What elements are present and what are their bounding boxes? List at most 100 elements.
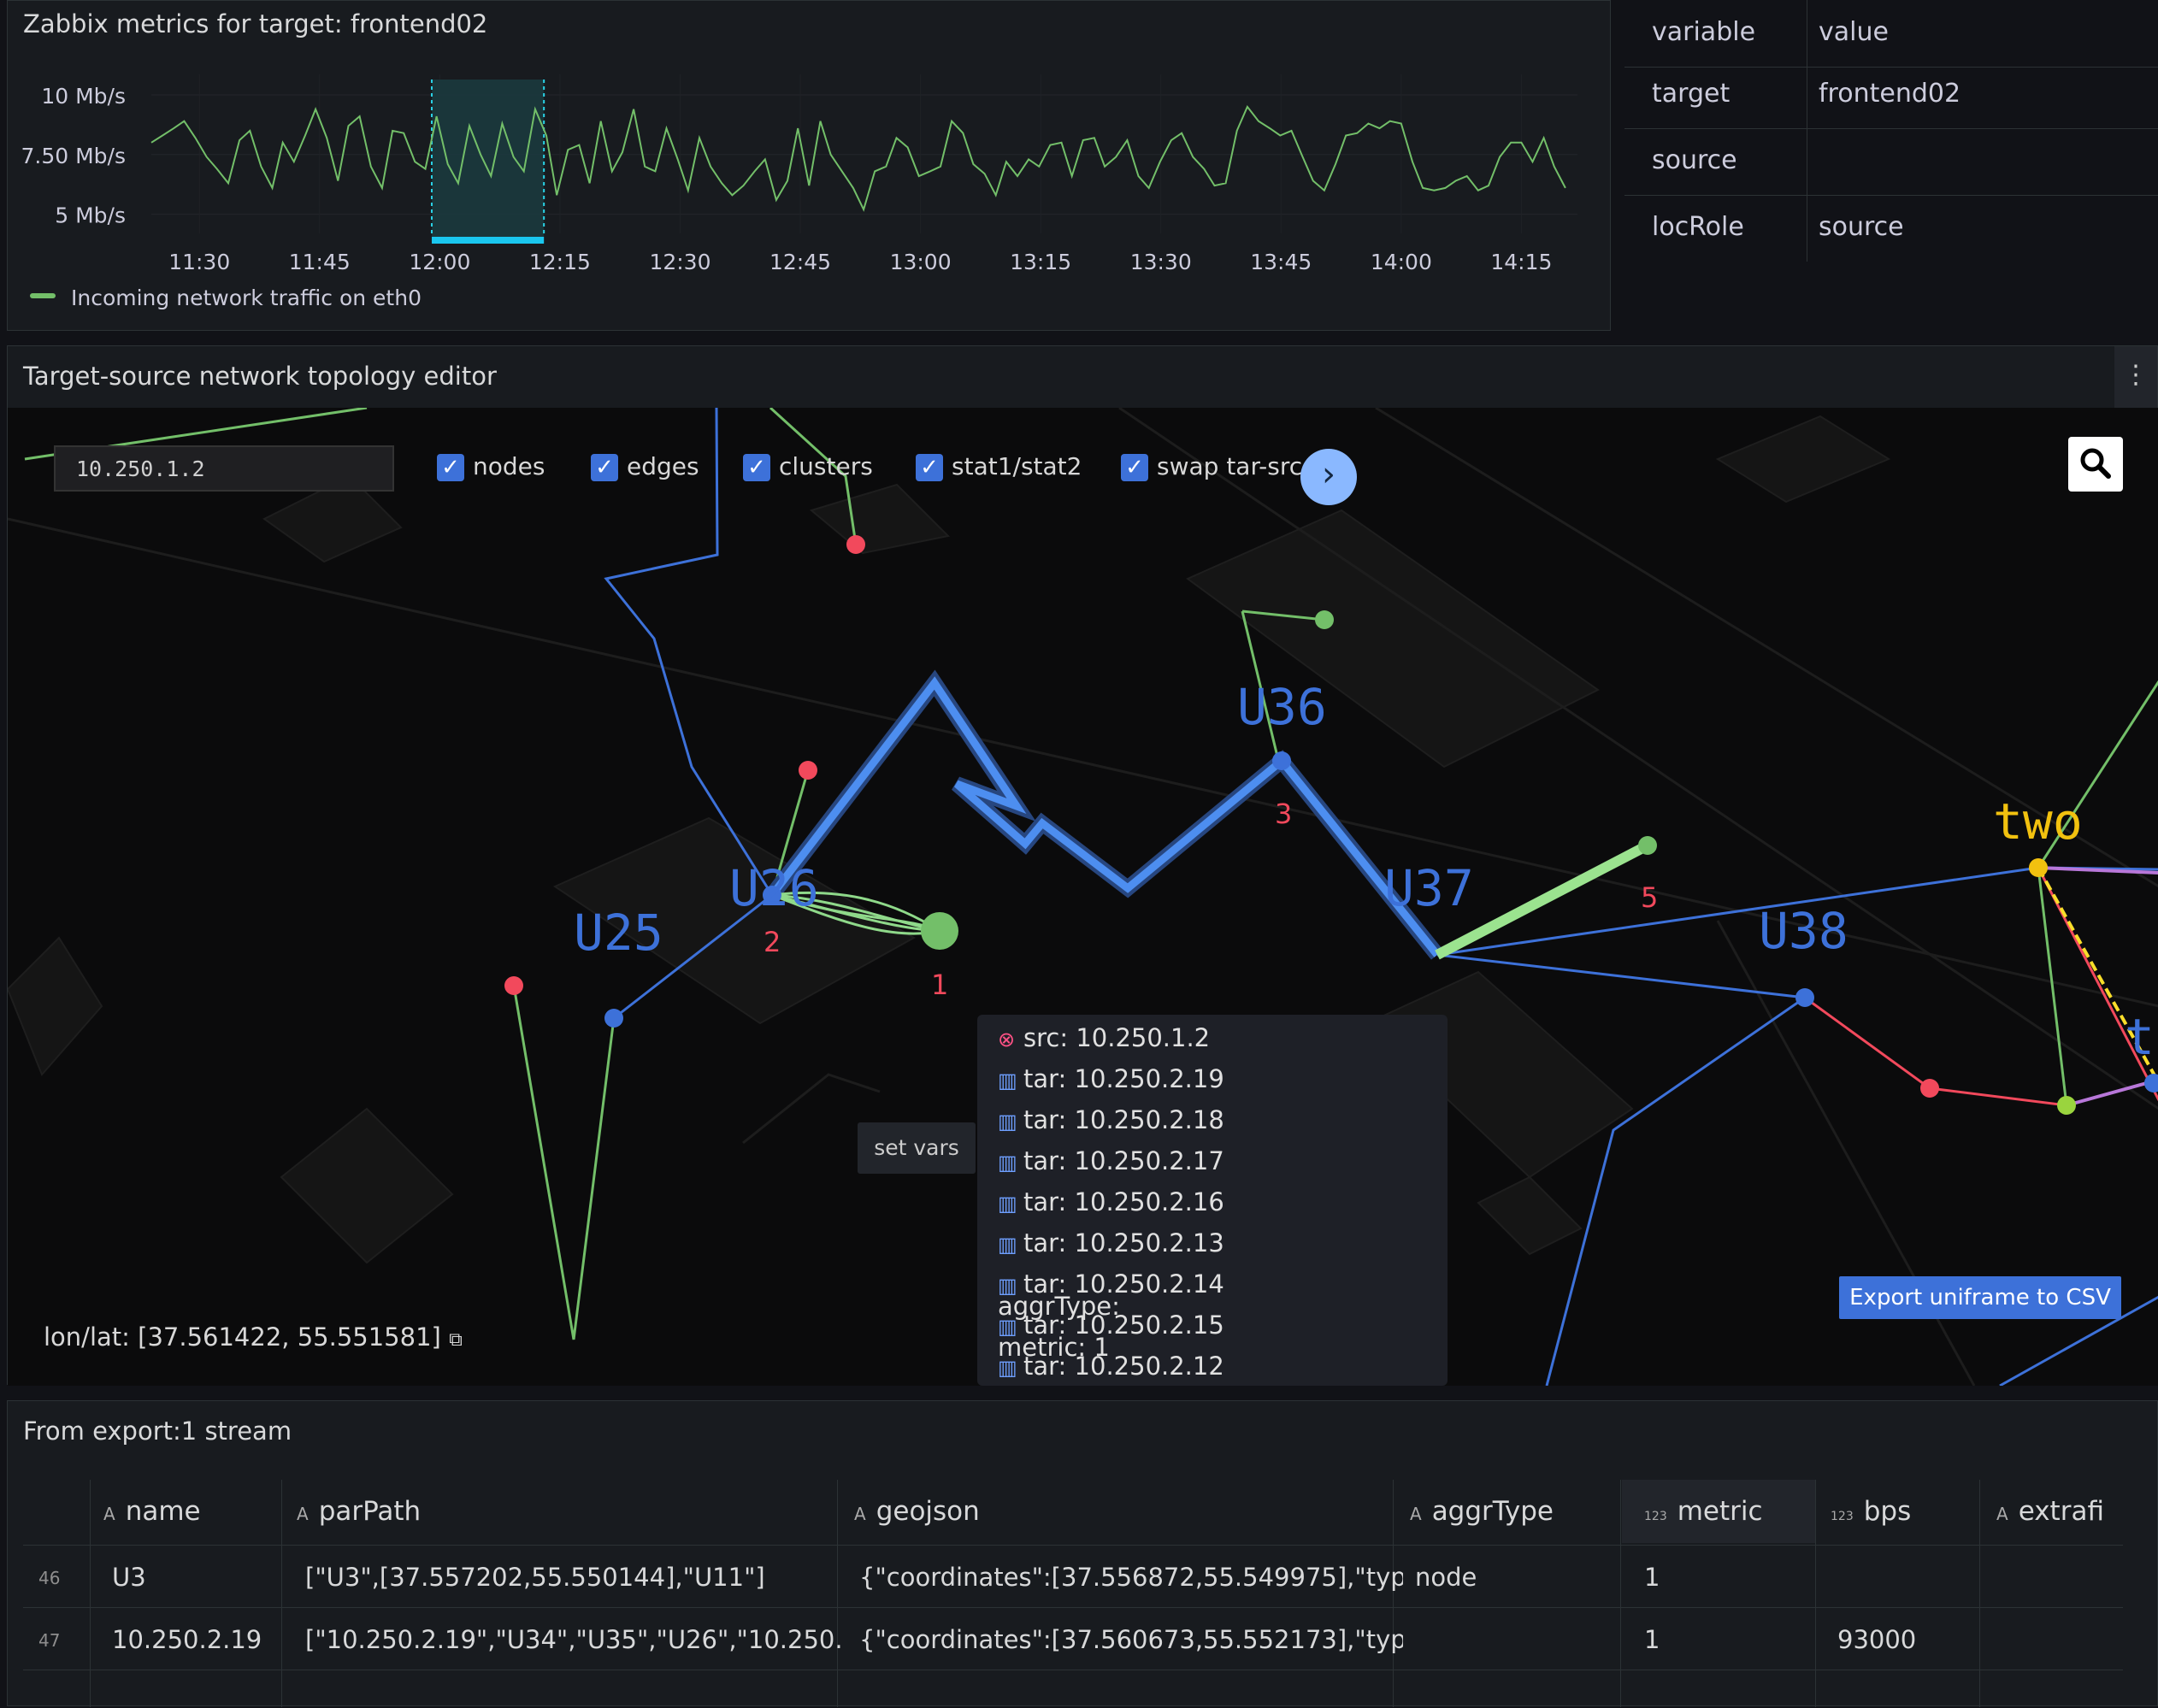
copy-icon[interactable]: ⧉ (449, 1329, 463, 1351)
traffic-chart[interactable]: 10 Mb/s 7.50 Mb/s 5 Mb/s 11:30 11:45 12:00 12:… (8, 1, 1612, 332)
column-header-aggrtype[interactable]: AaggrType (1410, 1480, 1554, 1543)
export-csv-button[interactable]: Export uniframe to CSV (1839, 1276, 2121, 1319)
column-header-geojson[interactable]: Ageojson (854, 1480, 980, 1543)
y-tick-label: 7.50 Mb/s (21, 144, 127, 168)
search-icon[interactable] (2068, 437, 2123, 492)
label-t: t (2125, 1008, 2155, 1066)
x-tick-label: 14:00 (1371, 250, 1432, 274)
lonlat-readout: lon/lat: [37.561422, 55.551581] ⧉ (44, 1322, 463, 1352)
column-header-parpath[interactable]: AparPath (297, 1480, 421, 1543)
edge-label-2: 2 (764, 926, 781, 958)
column-header-name[interactable]: Aname (103, 1480, 201, 1543)
x-tick-label: 13:00 (890, 250, 952, 274)
variable-row-target: target frontend02 (1624, 62, 2158, 129)
bar-chart-icon: ▥ (998, 1110, 1017, 1134)
node-red[interactable] (504, 976, 523, 995)
bar-chart-icon: ▥ (998, 1192, 1017, 1216)
legend-swatch (30, 293, 56, 298)
column-header-metric[interactable]: 123 metric (1622, 1480, 1815, 1543)
cell-name: U3 (112, 1563, 146, 1592)
tooltip-aggrtype: aggrType: (998, 1292, 1120, 1321)
node-red[interactable] (846, 535, 865, 554)
lonlat-value: [37.561422, 55.551581] (138, 1322, 441, 1352)
table-row[interactable]: 46 U3 ["U3",[37.557202,55.550144],"U11"]… (23, 1545, 2123, 1607)
label-u25: U25 (574, 904, 663, 962)
column-label: name (125, 1496, 201, 1527)
set-vars-button[interactable]: set vars (858, 1122, 976, 1174)
checkbox-edges[interactable]: ✓ edges (591, 452, 699, 481)
column-label: aggrType (1431, 1496, 1554, 1527)
variable-icon: ⊗ (998, 1028, 1016, 1051)
node-u38[interactable] (1795, 988, 1814, 1007)
node-two[interactable] (2029, 858, 2048, 877)
table-row[interactable]: 47 10.250.2.19 ["10.250.2.19","U34","U35… (23, 1607, 2123, 1670)
label-u26: U26 (729, 859, 819, 917)
tooltip-target[interactable]: ▥ tar: 10.250.2.18 (998, 1105, 1224, 1134)
node-green[interactable] (2057, 1096, 2076, 1115)
x-tick-label: 13:45 (1250, 250, 1312, 274)
variable-value: source (1819, 212, 1904, 242)
variable-row-source: source (1624, 128, 2158, 196)
node-green[interactable] (1638, 836, 1657, 855)
ip-search-input[interactable] (54, 445, 394, 492)
variable-name: target (1652, 79, 1731, 109)
tooltip-metric: metric: 1 (998, 1333, 1110, 1362)
checkbox-nodes[interactable]: ✓ nodes (437, 452, 545, 481)
node-green[interactable] (1315, 610, 1334, 629)
chevron-right-icon[interactable]: › (1300, 449, 1357, 505)
tooltip-src-label: src: 10.250.1.2 (1023, 1023, 1211, 1052)
variables-table: variable value target frontend02 source … (1624, 0, 2158, 331)
node-red[interactable] (1920, 1079, 1939, 1098)
table-row[interactable] (23, 1670, 2123, 1708)
number-type-icon: 123 (1644, 1510, 1667, 1523)
checkbox-label: nodes (473, 452, 545, 480)
node-red[interactable] (799, 761, 817, 780)
node-u36[interactable] (1272, 751, 1291, 770)
tooltip-target-label: tar: 10.250.2.16 (1023, 1187, 1224, 1216)
checkbox-checked-icon[interactable]: ✓ (916, 454, 943, 481)
time-range-bar (431, 237, 545, 244)
checkbox-label: swap tar-src (1157, 452, 1303, 480)
cell-bps: 93000 (1837, 1625, 1917, 1654)
edge-label-1: 1 (931, 969, 948, 1001)
bar-chart-icon: ▥ (998, 1069, 1017, 1093)
bar-chart-icon: ▥ (998, 1151, 1017, 1175)
more-vertical-icon[interactable]: ⋮ (2114, 346, 2157, 408)
checkbox-swap-tar-src[interactable]: ✓ swap tar-src (1121, 452, 1302, 481)
checkbox-checked-icon[interactable]: ✓ (1121, 454, 1148, 481)
tooltip-target[interactable]: ▥ tar: 10.250.2.16 (998, 1187, 1224, 1216)
cell-parpath: ["10.250.2.19","U34","U35","U26","10.250… (305, 1625, 844, 1654)
checkbox-checked-icon[interactable]: ✓ (591, 454, 618, 481)
label-u38: U38 (1759, 902, 1848, 960)
checkbox-label: edges (627, 452, 699, 480)
node-cluster[interactable] (921, 912, 958, 950)
tooltip-src[interactable]: ⊗ src: 10.250.1.2 (998, 1023, 1210, 1052)
tooltip-target[interactable]: ▥ tar: 10.250.2.19 (998, 1064, 1224, 1093)
variable-value: frontend02 (1819, 79, 1961, 109)
x-tick-label: 11:45 (289, 250, 351, 274)
checkbox-clusters[interactable]: ✓ clusters (743, 452, 873, 481)
x-tick-label: 12:30 (649, 250, 710, 274)
checkbox-checked-icon[interactable]: ✓ (437, 454, 464, 481)
chart-panel: Zabbix metrics for target: frontend02 10… (7, 0, 1611, 331)
node-u25[interactable] (604, 1009, 623, 1028)
string-type-icon: A (103, 1504, 115, 1524)
string-type-icon: A (297, 1504, 309, 1524)
column-header-bps[interactable]: 123 bps (1831, 1480, 1911, 1543)
x-tick-label: 12:15 (529, 250, 591, 274)
checkbox-checked-icon[interactable]: ✓ (743, 454, 770, 481)
cell-parpath: ["U3",[37.557202,55.550144],"U11"] (305, 1563, 765, 1592)
tooltip-target[interactable]: ▥ tar: 10.250.2.13 (998, 1228, 1224, 1257)
checkbox-stat1-stat2[interactable]: ✓ stat1/stat2 (916, 452, 1082, 481)
node-tooltip: ⊗ src: 10.250.1.2 ▥ tar: 10.250.2.19 ▥ tar:… (977, 1015, 1448, 1386)
bar-chart-icon: ▥ (998, 1233, 1017, 1257)
variables-header-row: variable value (1624, 0, 2158, 68)
column-header-extrafi[interactable]: Aextrafi (1996, 1480, 2104, 1543)
cell-name: 10.250.2.19 (112, 1625, 262, 1654)
tooltip-target[interactable]: ▥ tar: 10.250.2.17 (998, 1146, 1224, 1175)
cell-metric: 1 (1644, 1563, 1660, 1592)
map-canvas[interactable]: U25 U26 U36 U37 U38 two t 1 2 3 5 ✓ nodes… (8, 408, 2158, 1386)
panel-header: Target-source network topology editor ⋮ (8, 346, 2157, 409)
cell-geojson: {"coordinates":[37.556872,55.549975],"ty… (859, 1563, 1403, 1592)
string-type-icon: A (1410, 1504, 1422, 1524)
